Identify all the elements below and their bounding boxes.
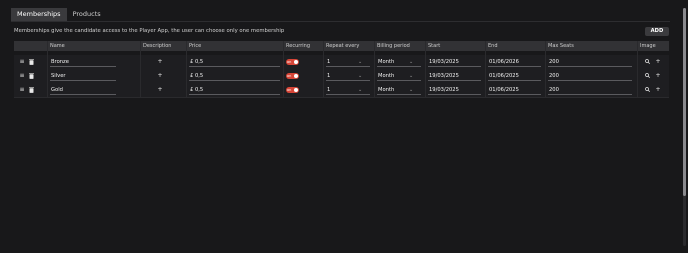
- memberships-description: Memberships give the candidate access to…: [14, 28, 285, 34]
- recurring-toggle[interactable]: on: [286, 73, 299, 79]
- column-divider: [545, 41, 546, 97]
- column-divider: [637, 41, 638, 97]
- trash-icon[interactable]: [27, 83, 35, 97]
- name-input[interactable]: Bronze: [50, 58, 116, 67]
- table-header: Name Description Price Recurring Repeat …: [14, 41, 669, 51]
- column-divider: [186, 41, 187, 97]
- toggle-on-label: on: [287, 60, 292, 64]
- end-date-input[interactable]: 01/06/2026: [488, 58, 541, 67]
- vertical-scrollbar[interactable]: [683, 8, 686, 246]
- header-recurring: Recurring: [286, 43, 310, 49]
- start-date-input[interactable]: 19/03/2025: [428, 86, 481, 95]
- header-billing-period: Billing period: [377, 43, 410, 49]
- billing-period-select[interactable]: Month: [377, 72, 421, 81]
- repeat-every-select[interactable]: 1: [326, 86, 370, 95]
- header-description: Description: [143, 43, 172, 49]
- search-icon[interactable]: [643, 69, 651, 83]
- drag-handle-icon[interactable]: ≡: [18, 69, 26, 83]
- add-image-plus-icon[interactable]: +: [654, 69, 662, 83]
- price-input[interactable]: £ 0,5: [189, 72, 280, 81]
- column-divider: [425, 41, 426, 97]
- max-seats-input[interactable]: 200: [548, 72, 632, 81]
- column-divider: [283, 41, 284, 97]
- table-row: ≡ Bronze + £ 0,5 on 1 ⌄ Month ⌄ 19/03/20…: [14, 55, 669, 70]
- add-image-plus-icon[interactable]: +: [654, 55, 662, 69]
- name-input[interactable]: Silver: [50, 72, 116, 81]
- header-name: Name: [50, 43, 65, 49]
- add-description-plus-icon[interactable]: +: [155, 83, 165, 97]
- add-description-plus-icon[interactable]: +: [155, 55, 165, 69]
- search-icon[interactable]: [643, 83, 651, 97]
- scrollbar-thumb[interactable]: [683, 8, 686, 196]
- chevron-down-icon: ⌄: [409, 87, 414, 93]
- header-end: End: [488, 43, 498, 49]
- header-repeat-every: Repeat every: [326, 43, 360, 49]
- max-seats-input[interactable]: 200: [548, 86, 632, 95]
- header-image: Image: [640, 43, 656, 49]
- chevron-down-icon: ⌄: [409, 59, 414, 65]
- toggle-on-label: on: [287, 74, 292, 78]
- column-divider: [323, 41, 324, 97]
- tab-bar: Memberships Products: [11, 8, 107, 22]
- tab-memberships[interactable]: Memberships: [11, 8, 67, 22]
- header-start: Start: [428, 43, 441, 49]
- table-row: ≡ Silver + £ 0,5 on 1 ⌄ Month ⌄ 19/03/20…: [14, 69, 669, 84]
- header-max-seats: Max Seats: [548, 43, 574, 49]
- chevron-down-icon: ⌄: [358, 73, 363, 79]
- repeat-every-select[interactable]: 1: [326, 58, 370, 67]
- trash-icon[interactable]: [27, 55, 35, 69]
- end-date-input[interactable]: 01/06/2025: [488, 86, 541, 95]
- chevron-down-icon: ⌄: [358, 87, 363, 93]
- chevron-down-icon: ⌄: [358, 59, 363, 65]
- column-divider: [374, 41, 375, 97]
- tab-divider: [11, 21, 670, 22]
- column-divider: [140, 41, 141, 97]
- table-row: ≡ Gold + £ 0,5 on 1 ⌄ Month ⌄ 19/03/2025…: [14, 83, 669, 98]
- price-input[interactable]: £ 0,5: [189, 86, 280, 95]
- drag-handle-icon[interactable]: ≡: [18, 55, 26, 69]
- recurring-toggle[interactable]: on: [286, 87, 299, 93]
- add-membership-button[interactable]: ADD: [645, 27, 669, 36]
- header-price: Price: [189, 43, 202, 49]
- add-image-plus-icon[interactable]: +: [654, 83, 662, 97]
- start-date-input[interactable]: 19/03/2025: [428, 72, 481, 81]
- price-input[interactable]: £ 0,5: [189, 58, 280, 67]
- recurring-toggle[interactable]: on: [286, 59, 299, 65]
- column-divider: [47, 41, 48, 97]
- trash-icon[interactable]: [27, 69, 35, 83]
- toggle-on-label: on: [287, 88, 292, 92]
- search-icon[interactable]: [643, 55, 651, 69]
- chevron-down-icon: ⌄: [409, 73, 414, 79]
- billing-period-select[interactable]: Month: [377, 58, 421, 67]
- end-date-input[interactable]: 01/06/2025: [488, 72, 541, 81]
- header-actions: [14, 41, 47, 51]
- billing-period-select[interactable]: Month: [377, 86, 421, 95]
- tab-products[interactable]: Products: [67, 8, 107, 21]
- column-divider: [485, 41, 486, 97]
- add-description-plus-icon[interactable]: +: [155, 69, 165, 83]
- start-date-input[interactable]: 19/03/2025: [428, 58, 481, 67]
- name-input[interactable]: Gold: [50, 86, 116, 95]
- drag-handle-icon[interactable]: ≡: [18, 83, 26, 97]
- repeat-every-select[interactable]: 1: [326, 72, 370, 81]
- max-seats-input[interactable]: 200: [548, 58, 632, 67]
